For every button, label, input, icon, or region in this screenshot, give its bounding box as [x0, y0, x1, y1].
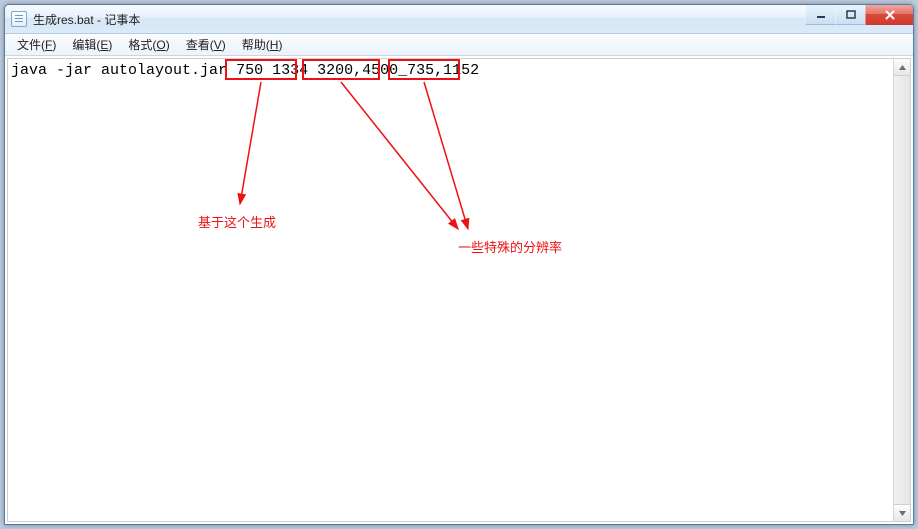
notepad-app-icon — [11, 11, 27, 27]
maximize-button[interactable] — [835, 5, 865, 25]
close-button[interactable] — [865, 5, 913, 25]
annotation-layer: 基于这个生成 一些特殊的分辨率 — [8, 59, 910, 521]
menu-file[interactable]: 文件(F) — [9, 34, 64, 55]
cmd-prefix: java -jar autolayout.jar — [11, 62, 227, 79]
scroll-down-button[interactable] — [894, 504, 910, 521]
notepad-window: 生成res.bat - 记事本 文件(F) 编辑(E) 格式(O) 查看(V) … — [4, 4, 914, 525]
menubar: 文件(F) 编辑(E) 格式(O) 查看(V) 帮助(H) — [5, 34, 913, 56]
vertical-scrollbar[interactable] — [893, 59, 910, 521]
window-title: 生成res.bat - 记事本 — [33, 11, 140, 28]
arg-res-pair-2: 735,1152 — [407, 62, 479, 79]
menu-edit[interactable]: 编辑(E) — [64, 34, 120, 55]
editor-wrap: java -jar autolayout.jar 750 1334 3200,4… — [5, 56, 913, 524]
text-editor[interactable]: java -jar autolayout.jar 750 1334 3200,4… — [7, 58, 911, 522]
arg-res-pair-1: 3200,4500 — [317, 62, 398, 79]
menu-help[interactable]: 帮助(H) — [234, 34, 291, 55]
content-line-1[interactable]: java -jar autolayout.jar 750 1334 3200,4… — [11, 62, 479, 80]
menu-view[interactable]: 查看(V) — [178, 34, 234, 55]
chevron-up-icon — [898, 63, 907, 72]
window-controls — [805, 5, 913, 25]
minimize-icon — [816, 10, 826, 20]
maximize-icon — [846, 10, 856, 20]
anno-label-base: 基于这个生成 — [198, 212, 276, 231]
scroll-up-button[interactable] — [894, 59, 910, 76]
chevron-down-icon — [898, 509, 907, 518]
minimize-button[interactable] — [805, 5, 835, 25]
titlebar[interactable]: 生成res.bat - 记事本 — [5, 5, 913, 34]
menu-format[interactable]: 格式(O) — [120, 34, 177, 55]
arg-base-res: 750 1334 — [236, 62, 308, 79]
anno-label-special: 一些特殊的分辨率 — [458, 237, 562, 256]
close-icon — [884, 10, 896, 20]
arg-separator: _ — [398, 62, 407, 79]
annotation-arrows — [8, 59, 908, 522]
